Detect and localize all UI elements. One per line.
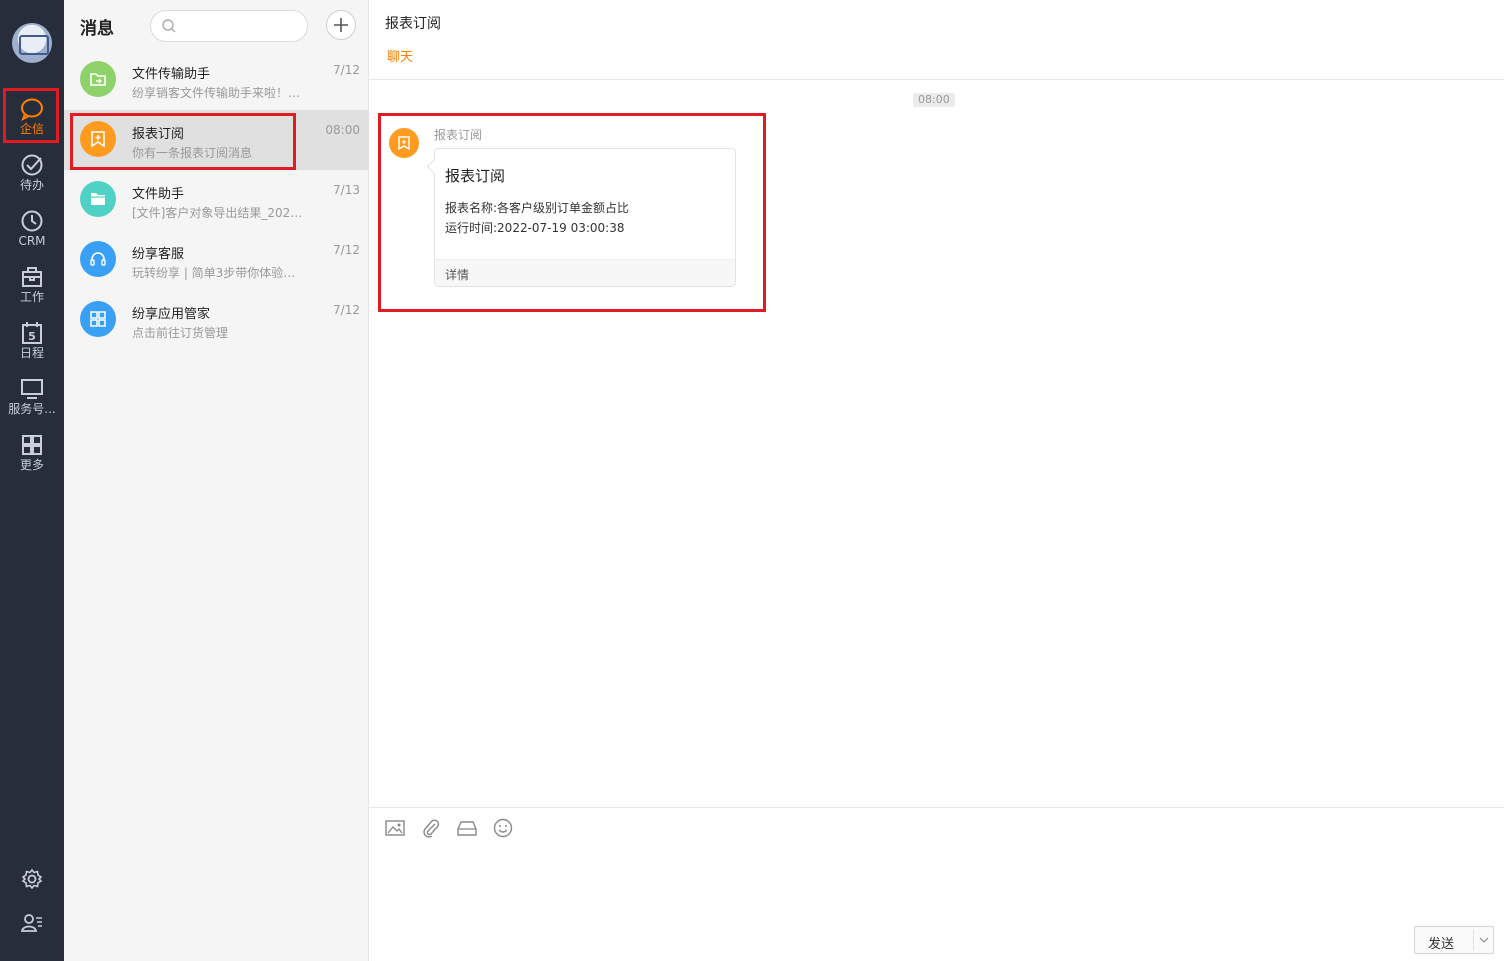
user-avatar[interactable] (12, 23, 52, 63)
person-list-icon (21, 914, 42, 932)
conversation-preview: 纷享销客文件传输助手来啦！… (132, 86, 301, 100)
conversation-preview: [文件]客户对象导出结果_202… (132, 206, 303, 220)
list-title: 消息 (80, 19, 114, 39)
conversation-name: 文件传输助手 (132, 67, 211, 82)
conversation-item[interactable]: 纷享应用管家 点击前往订货管理 7/12 (64, 290, 369, 350)
message-composer[interactable]: 发送 (369, 807, 1504, 961)
conversation-avatar (80, 181, 116, 217)
conversation-preview: 玩转纷享 | 简单3步带你体验… (132, 266, 296, 280)
folder-icon (91, 193, 105, 205)
conversation-avatar (80, 301, 116, 337)
search-input[interactable] (181, 17, 301, 35)
send-options-dropdown[interactable] (1473, 930, 1493, 950)
file-transfer-icon (90, 73, 106, 86)
chat-title: 报表订阅 (385, 16, 441, 32)
add-button[interactable] (326, 10, 356, 40)
nav-label: 待办 (19, 178, 44, 192)
nav-label: 日程 (19, 346, 44, 360)
plus-icon (334, 18, 348, 32)
calendar-icon: 5 (22, 322, 42, 344)
conversation-time: 7/12 (333, 63, 360, 77)
calendar-day: 5 (28, 330, 36, 343)
grid-icon (22, 435, 42, 455)
search-icon (162, 19, 176, 33)
conversation-time: 08:00 (325, 123, 360, 137)
highlight-box (70, 113, 296, 170)
chat-panel: 报表订阅 聊天 08:00 报表订阅 报表订阅 报表名称:各客户级别订单金额占比… (369, 0, 1504, 961)
tab-chat[interactable]: 聊天 (387, 46, 413, 65)
settings-button[interactable] (0, 864, 64, 894)
left-nav: 企信 待办 CRM 工作 5 日程 服务号... 更多 (0, 0, 64, 961)
nav-item-service[interactable]: 服务号... (0, 374, 64, 426)
list-header: 消息 (64, 0, 369, 50)
send-label: 发送 (1428, 937, 1455, 952)
conversation-preview: 点击前往订货管理 (132, 326, 229, 340)
conversation-avatar (80, 61, 116, 97)
disk-icon[interactable] (457, 818, 477, 838)
conversation-name: 纷享应用管家 (132, 307, 211, 322)
nav-item-work[interactable]: 工作 (0, 262, 64, 314)
nav-label: 服务号... (8, 402, 56, 416)
conversation-time: 7/13 (333, 183, 360, 197)
nav-label: CRM (18, 234, 46, 248)
check-circle-icon (21, 154, 43, 176)
headset-icon (90, 252, 106, 266)
send-button[interactable]: 发送 (1414, 926, 1494, 954)
conversation-item[interactable]: 文件助手 [文件]客户对象导出结果_202… 7/13 (64, 170, 369, 230)
nav-item-schedule[interactable]: 5 日程 (0, 318, 64, 370)
conversation-name: 文件助手 (132, 187, 185, 202)
highlight-box (3, 88, 59, 143)
conversation-name: 纷享客服 (132, 247, 185, 262)
nav-item-crm[interactable]: CRM (0, 206, 64, 258)
nav-label: 更多 (19, 458, 44, 472)
highlight-box (378, 113, 766, 312)
nav-label: 工作 (19, 290, 44, 304)
nav-item-todo[interactable]: 待办 (0, 150, 64, 202)
attachment-icon[interactable] (421, 818, 441, 838)
time-divider: 08:00 (913, 93, 955, 107)
nav-item-more[interactable]: 更多 (0, 430, 64, 482)
monitor-icon (21, 379, 43, 399)
contacts-button[interactable] (0, 908, 64, 938)
image-icon[interactable] (385, 818, 405, 838)
gear-icon (21, 868, 43, 890)
emoji-icon[interactable] (493, 818, 513, 838)
conversation-time: 7/12 (333, 303, 360, 317)
apps-grid-icon (90, 311, 106, 327)
conversation-item[interactable]: 纷享客服 玩转纷享 | 简单3步带你体验… 7/12 (64, 230, 369, 290)
conversation-avatar (80, 241, 116, 277)
chevron-down-icon (1479, 937, 1489, 943)
search-box[interactable] (150, 10, 308, 42)
conversation-item[interactable]: 文件传输助手 纷享销客文件传输助手来啦！… 7/12 (64, 50, 369, 110)
clock-icon (21, 210, 43, 232)
chat-header: 报表订阅 聊天 (369, 0, 1504, 80)
briefcase-icon (22, 267, 42, 287)
conversation-time: 7/12 (333, 243, 360, 257)
